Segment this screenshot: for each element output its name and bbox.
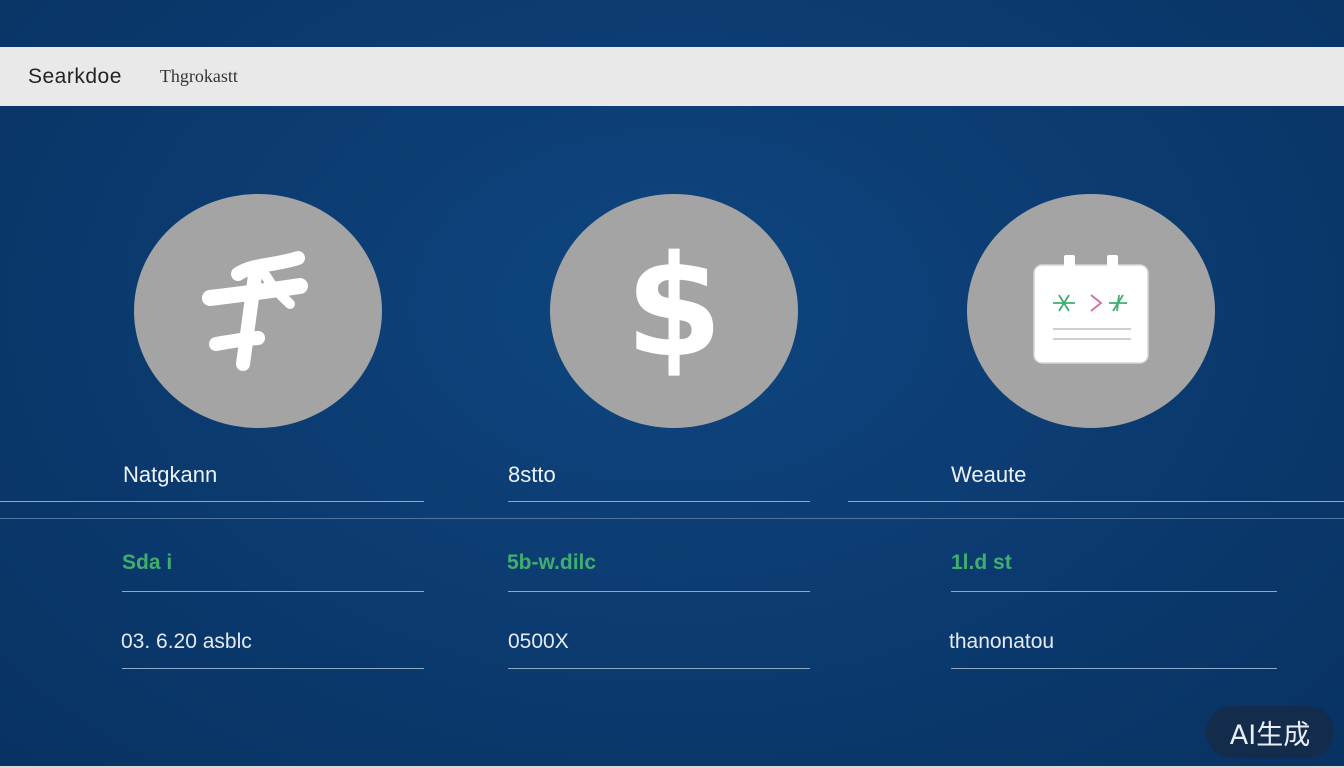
divider	[848, 501, 1344, 502]
divider	[951, 668, 1277, 669]
card-1-icon-circle[interactable]	[134, 194, 382, 428]
card-2-value: 0500X	[508, 630, 569, 653]
brand-logo-text[interactable]: Searkdoe	[28, 65, 122, 89]
divider	[0, 501, 424, 502]
top-navigation-bar: Searkdoe Thgrokastt	[0, 47, 1344, 106]
card-1-value: 03. 6.20 asblc	[121, 630, 252, 653]
divider	[508, 591, 810, 592]
card-1-label: Natgkann	[123, 462, 218, 487]
divider	[0, 518, 1344, 519]
card-1-status: Sda i	[122, 551, 173, 574]
nav-item[interactable]: Thgrokastt	[160, 66, 238, 87]
card-3-icon-circle[interactable]	[967, 194, 1215, 428]
card-3-label: Weaute	[951, 462, 1027, 487]
card-3-status: 1l.d st	[951, 551, 1012, 574]
card-2-label: 8stto	[508, 462, 556, 487]
card-2-icon-circle[interactable]: $	[550, 194, 798, 428]
calendar-icon	[1033, 255, 1149, 364]
divider	[508, 501, 810, 502]
ai-generated-watermark: AI生成	[1206, 706, 1334, 758]
dollar-icon: $	[625, 226, 723, 389]
card-3-value: thanonatou	[949, 630, 1055, 653]
divider	[122, 591, 424, 592]
hash-scribble-icon	[202, 251, 308, 371]
divider	[508, 668, 810, 669]
divider	[951, 591, 1277, 592]
divider	[122, 668, 424, 669]
card-2-status: 5b-w.dilc	[507, 551, 597, 574]
